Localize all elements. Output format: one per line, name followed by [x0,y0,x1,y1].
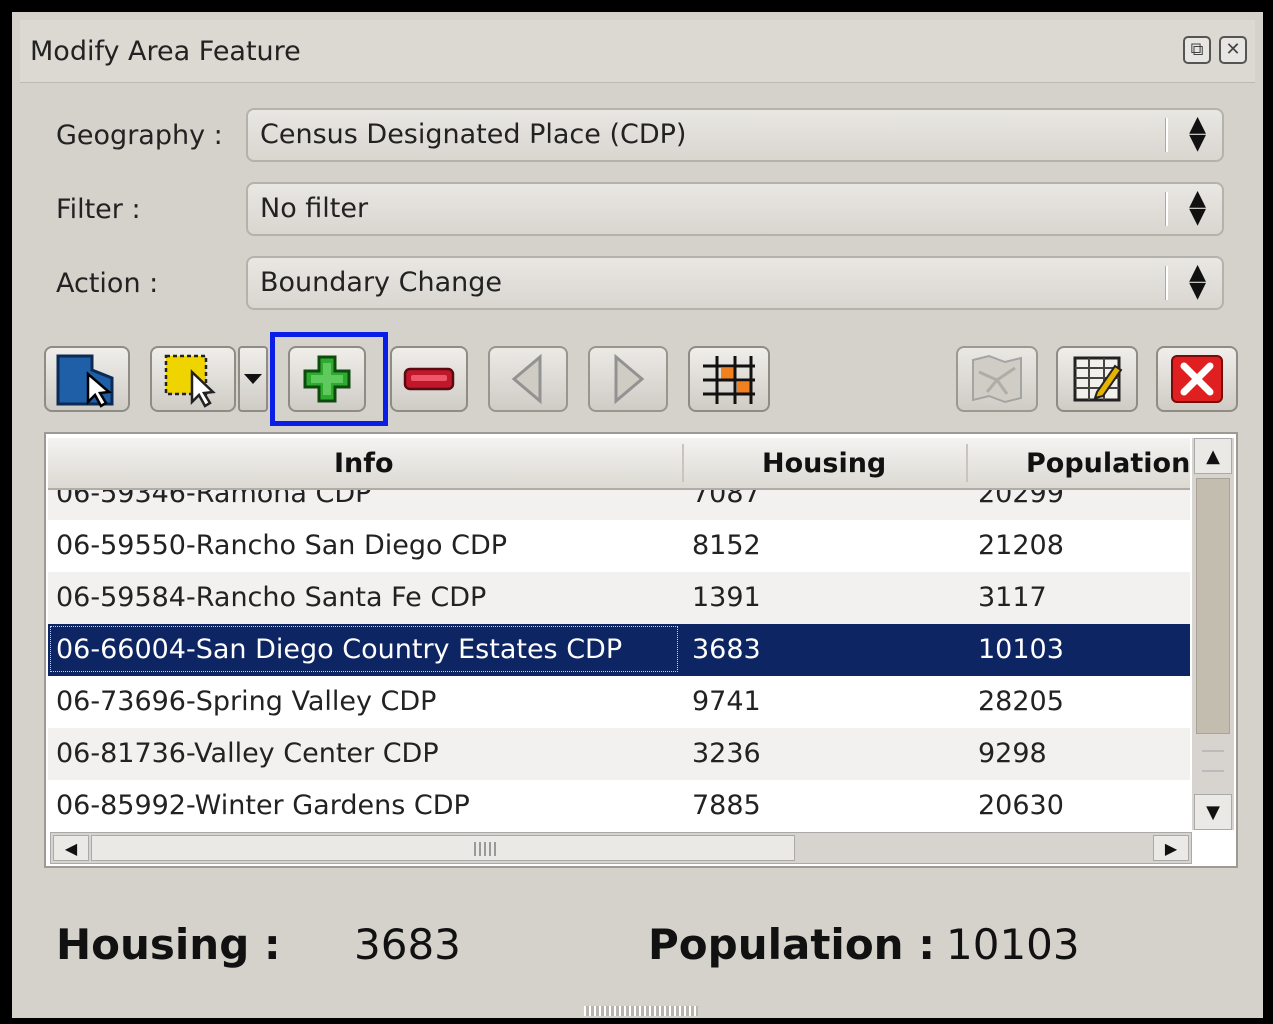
cell-housing: 1391 [692,582,761,613]
cell-info: 06-66004-San Diego Country Estates CDP [56,634,623,665]
action-select[interactable]: Boundary Change ▲ ▼ [246,256,1224,310]
filter-row: Filter : No filter ▲ ▼ [12,182,1263,238]
rectangle-select-button[interactable] [150,346,236,412]
cell-info: 06-81736-Valley Center CDP [56,738,439,769]
float-window-button[interactable]: ⧉ [1183,36,1211,64]
map-icon [972,354,1022,404]
updown-arrows-icon: ▲ ▼ [1189,112,1206,155]
horizontal-scrollbar[interactable]: ◀ ▶ [50,832,1192,864]
geography-value: Census Designated Place (CDP) [260,119,687,150]
combo-separator [1165,266,1168,300]
table-row-selected[interactable]: 06-66004-San Diego Country Estates CDP 3… [48,624,1190,676]
highlight-box [270,332,388,426]
close-icon [1171,355,1223,403]
cell-population: 10103 [978,634,1064,665]
updown-arrows-icon: ▲ ▼ [1189,260,1206,303]
select-feature-icon [56,354,114,408]
edit-table-button[interactable] [1056,346,1138,412]
cell-population: 3117 [978,582,1047,613]
column-header-population[interactable]: Population [1026,448,1190,479]
next-button[interactable] [588,346,668,412]
action-row: Action : Boundary Change ▲ ▼ [12,256,1263,312]
column-divider[interactable] [682,444,684,482]
vertical-scroll-thumb[interactable] [1196,478,1230,734]
scroll-down-button[interactable]: ▼ [1194,794,1232,830]
column-header-housing[interactable]: Housing [762,448,886,479]
column-header-info[interactable]: Info [334,448,394,479]
title-bar: Modify Area Feature ⧉ ✕ [20,20,1255,83]
table-row[interactable]: 06-85992-Winter Gardens CDP 7885 20630 [48,780,1190,830]
cell-info: 06-59346-Ramona CDP [56,490,372,509]
cell-info: 06-73696-Spring Valley CDP [56,686,437,717]
select-mode-dropdown[interactable] [238,346,268,412]
close-tool-button[interactable] [1156,346,1238,412]
cell-housing: 3683 [692,634,761,665]
population-summary-value: 10103 [946,920,1080,969]
cell-info: 06-85992-Winter Gardens CDP [56,790,470,821]
cell-housing: 8152 [692,530,761,561]
cell-population: 28205 [978,686,1064,717]
housing-summary-label: Housing : [56,920,281,969]
grid-button[interactable] [688,346,770,412]
table-row[interactable]: 06-59550-Rancho San Diego CDP 8152 21208 [48,520,1190,572]
geography-row: Geography : Census Designated Place (CDP… [12,108,1263,164]
dropdown-arrow-icon [244,374,262,384]
panel-title: Modify Area Feature [30,36,301,67]
cell-housing: 9741 [692,686,761,717]
table-header: Info Housing Population [48,438,1190,490]
table-row[interactable]: 06-59584-Rancho Santa Fe CDP 1391 3117 [48,572,1190,624]
grip-icon [474,842,498,856]
cell-population: 20299 [978,490,1064,509]
combo-separator [1165,192,1168,226]
remove-button[interactable] [390,346,468,412]
scroll-up-button[interactable]: ▲ [1194,438,1232,474]
cell-info: 06-59584-Rancho Santa Fe CDP [56,582,487,613]
previous-button[interactable] [488,346,568,412]
housing-summary-value: 3683 [354,920,461,969]
column-divider[interactable] [966,444,968,482]
edit-table-icon [1073,356,1123,402]
scroll-left-button[interactable]: ◀ [53,835,89,861]
remove-icon [403,367,455,391]
updown-arrows-icon: ▲ ▼ [1189,186,1206,229]
table-row[interactable]: 06-73696-Spring Valley CDP 9741 28205 [48,676,1190,728]
vertical-scrollbar[interactable]: ▲ ▼ [1192,438,1234,830]
modify-area-feature-panel: Modify Area Feature ⧉ ✕ Geography : Cens… [10,10,1265,1020]
select-feature-button[interactable] [44,346,130,412]
combo-separator [1165,118,1168,152]
action-label: Action : [56,268,159,299]
horizontal-scroll-thumb[interactable] [91,835,795,861]
cell-population: 9298 [978,738,1047,769]
scroll-right-button[interactable]: ▶ [1153,835,1189,861]
filter-value: No filter [260,193,369,224]
grid-icon [703,356,755,404]
rectangle-select-icon [164,354,216,408]
geography-select[interactable]: Census Designated Place (CDP) ▲ ▼ [246,108,1224,162]
cell-info: 06-59550-Rancho San Diego CDP [56,530,508,561]
population-summary-label: Population : [648,920,935,969]
geography-label: Geography : [56,120,223,151]
table-row[interactable]: 06-81736-Valley Center CDP 3236 9298 [48,728,1190,780]
cell-housing: 7885 [692,790,761,821]
resize-grip[interactable] [584,1006,698,1016]
filter-select[interactable]: No filter ▲ ▼ [246,182,1224,236]
cell-housing: 3236 [692,738,761,769]
filter-label: Filter : [56,194,141,225]
table-body: 06-59346-Ramona CDP 7087 20299 06-59550-… [48,490,1190,830]
grip-icon [1202,750,1224,772]
cell-housing: 7087 [692,490,761,509]
next-icon [614,353,645,405]
map-button[interactable] [956,346,1038,412]
previous-icon [511,353,542,405]
cell-population: 20630 [978,790,1064,821]
features-table: Info Housing Population 06-59346-Ramona … [44,432,1238,868]
cell-population: 21208 [978,530,1064,561]
table-row[interactable]: 06-59346-Ramona CDP 7087 20299 [48,490,1190,520]
close-window-button[interactable]: ✕ [1219,36,1247,64]
action-value: Boundary Change [260,267,502,298]
